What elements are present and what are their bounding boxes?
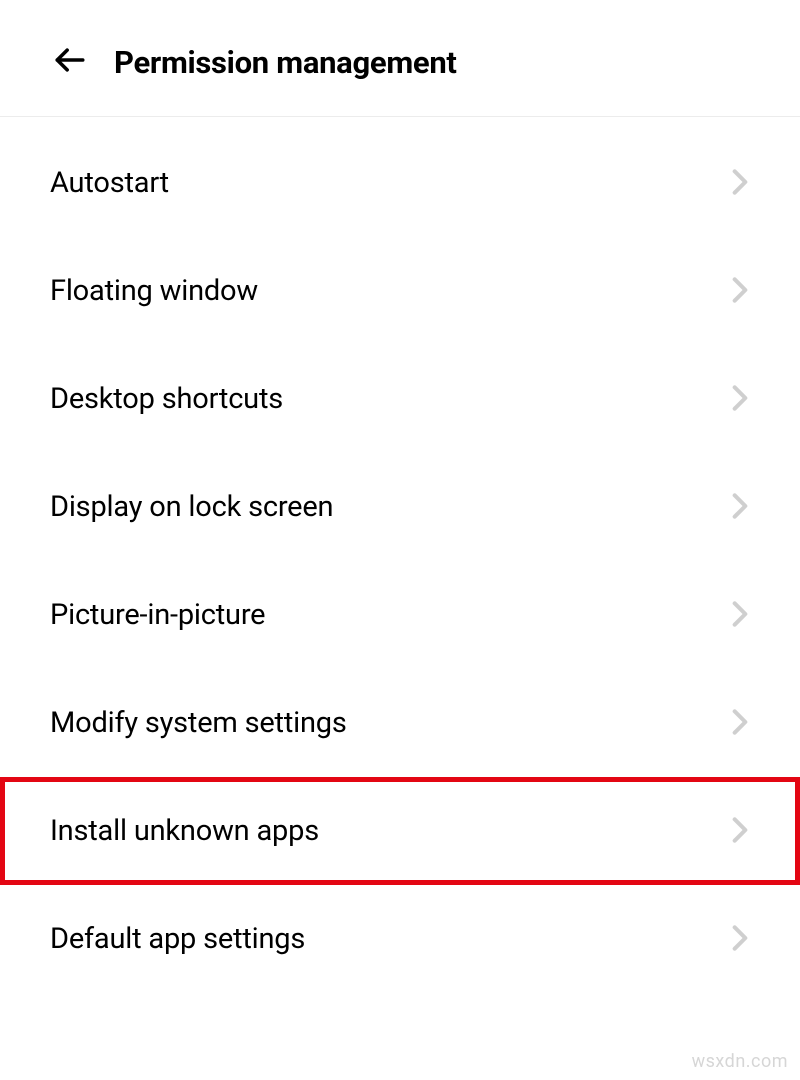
chevron-right-icon [732,600,750,630]
chevron-right-icon [732,924,750,954]
list-item-install-unknown-apps[interactable]: Install unknown apps [0,777,800,885]
page-title: Permission management [114,44,457,81]
settings-list: Autostart Floating window Desktop shortc… [0,117,800,993]
watermark-text: wsxdn.com [692,1051,788,1072]
list-item-default-app-settings[interactable]: Default app settings [0,885,800,993]
list-item-autostart[interactable]: Autostart [0,129,800,237]
list-item-display-on-lock-screen[interactable]: Display on lock screen [0,453,800,561]
list-item-modify-system-settings[interactable]: Modify system settings [0,669,800,777]
list-item-label: Display on lock screen [50,490,333,524]
list-item-label: Picture-in-picture [50,598,265,632]
list-item-label: Install unknown apps [50,814,319,848]
list-item-label: Desktop shortcuts [50,382,283,416]
chevron-right-icon [732,816,750,846]
chevron-right-icon [732,276,750,306]
list-item-picture-in-picture[interactable]: Picture-in-picture [0,561,800,669]
chevron-right-icon [732,708,750,738]
back-button[interactable] [50,42,90,82]
chevron-right-icon [732,168,750,198]
list-item-label: Autostart [50,166,169,200]
list-item-desktop-shortcuts[interactable]: Desktop shortcuts [0,345,800,453]
list-item-label: Modify system settings [50,706,347,740]
list-item-label: Default app settings [50,922,305,956]
chevron-right-icon [732,492,750,522]
list-item-label: Floating window [50,274,258,308]
arrow-left-icon [53,43,87,81]
header-bar: Permission management [0,0,800,112]
list-item-floating-window[interactable]: Floating window [0,237,800,345]
chevron-right-icon [732,384,750,414]
